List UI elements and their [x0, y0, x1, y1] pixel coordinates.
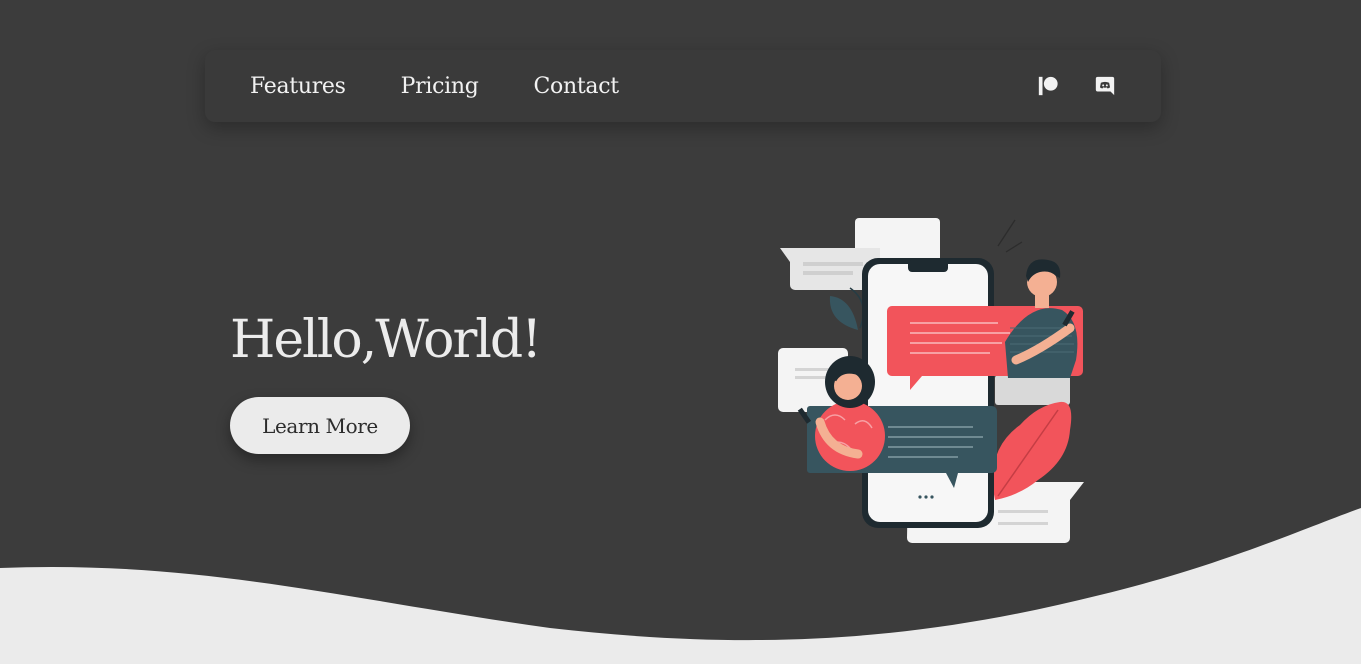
social-icons — [1037, 75, 1116, 97]
landing-page: Features Pricing Contact Hello,World! Le… — [0, 0, 1361, 664]
nav-link-features[interactable]: Features — [250, 74, 346, 99]
nav-link-contact[interactable]: Contact — [534, 74, 620, 99]
nav-link-pricing[interactable]: Pricing — [401, 74, 479, 99]
patreon-icon[interactable] — [1037, 75, 1059, 97]
discord-icon[interactable] — [1094, 75, 1116, 97]
hero-title: Hello,World! — [230, 310, 542, 370]
bg-bubble-right-mid — [995, 375, 1070, 405]
bottom-wave — [0, 508, 1361, 664]
top-navbar: Features Pricing Contact — [205, 50, 1161, 122]
chat-illustration — [778, 218, 1084, 543]
learn-more-button[interactable]: Learn More — [230, 397, 410, 454]
nav-links: Features Pricing Contact — [250, 74, 619, 99]
